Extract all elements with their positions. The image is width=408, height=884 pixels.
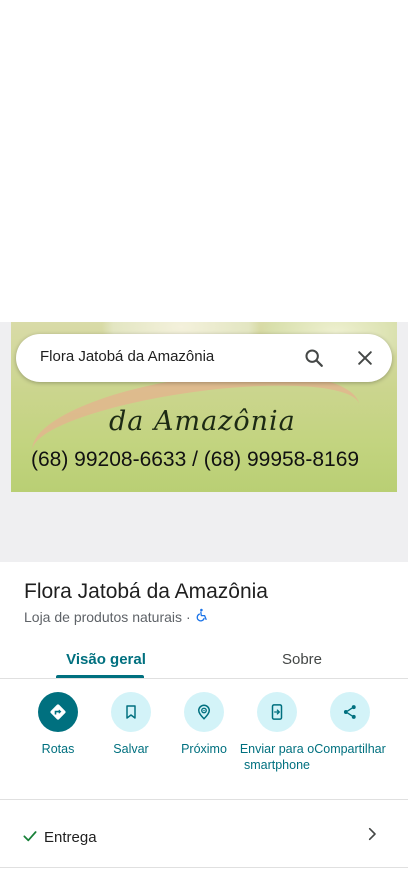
place-category: Loja de produtos naturais [24, 608, 182, 625]
directions-button[interactable]: Rotas [18, 692, 98, 757]
chevron-right-icon[interactable] [364, 826, 380, 847]
delivery-row[interactable]: Entrega [0, 816, 408, 858]
share-label: Compartilhar [314, 742, 386, 756]
divider [0, 799, 408, 800]
share-icon [330, 692, 370, 732]
check-icon [22, 828, 38, 849]
send-to-phone-icon [257, 692, 297, 732]
send-to-phone-button[interactable]: Enviar para o smartphone [237, 692, 317, 773]
send-to-phone-label: Enviar para o smartphone [239, 742, 315, 772]
search-icon[interactable] [300, 344, 328, 372]
directions-label: Rotas [41, 742, 75, 756]
close-icon[interactable] [351, 344, 379, 372]
save-button[interactable]: Salvar [91, 692, 171, 757]
bookmark-icon [111, 692, 151, 732]
nearby-icon [184, 692, 224, 732]
place-subtitle: Loja de produtos naturais · [24, 608, 209, 625]
place-title: Flora Jatobá da Amazônia [24, 580, 268, 603]
tab-overview[interactable]: Visão geral [56, 640, 156, 678]
wheelchair-icon [195, 608, 209, 625]
photo-script-text: da Amazônia [109, 406, 296, 437]
separator-dot: · [186, 608, 191, 625]
nearby-label: Próximo [181, 742, 227, 756]
search-bar[interactable]: Flora Jatobá da Amazônia [16, 334, 392, 382]
tab-about[interactable]: Sobre [262, 640, 342, 678]
place-tabs: Visão geral Sobre [0, 640, 408, 679]
delivery-label: Entrega [44, 829, 97, 846]
search-query[interactable]: Flora Jatobá da Amazônia [40, 348, 214, 365]
tab-active-indicator [56, 675, 144, 678]
maps-place-screen: da Amazônia (68) 99208-6633 / (68) 99958… [0, 0, 408, 884]
action-buttons: Rotas Salvar Próximo Enviar para o smart… [0, 692, 408, 792]
share-button[interactable]: Compartilhar [310, 692, 390, 757]
save-label: Salvar [113, 742, 149, 756]
photo-phone-numbers: (68) 99208-6633 / (68) 99958-8169 [31, 448, 360, 471]
divider-bottom [0, 867, 408, 868]
nearby-button[interactable]: Próximo [164, 692, 244, 757]
directions-icon [38, 692, 78, 732]
